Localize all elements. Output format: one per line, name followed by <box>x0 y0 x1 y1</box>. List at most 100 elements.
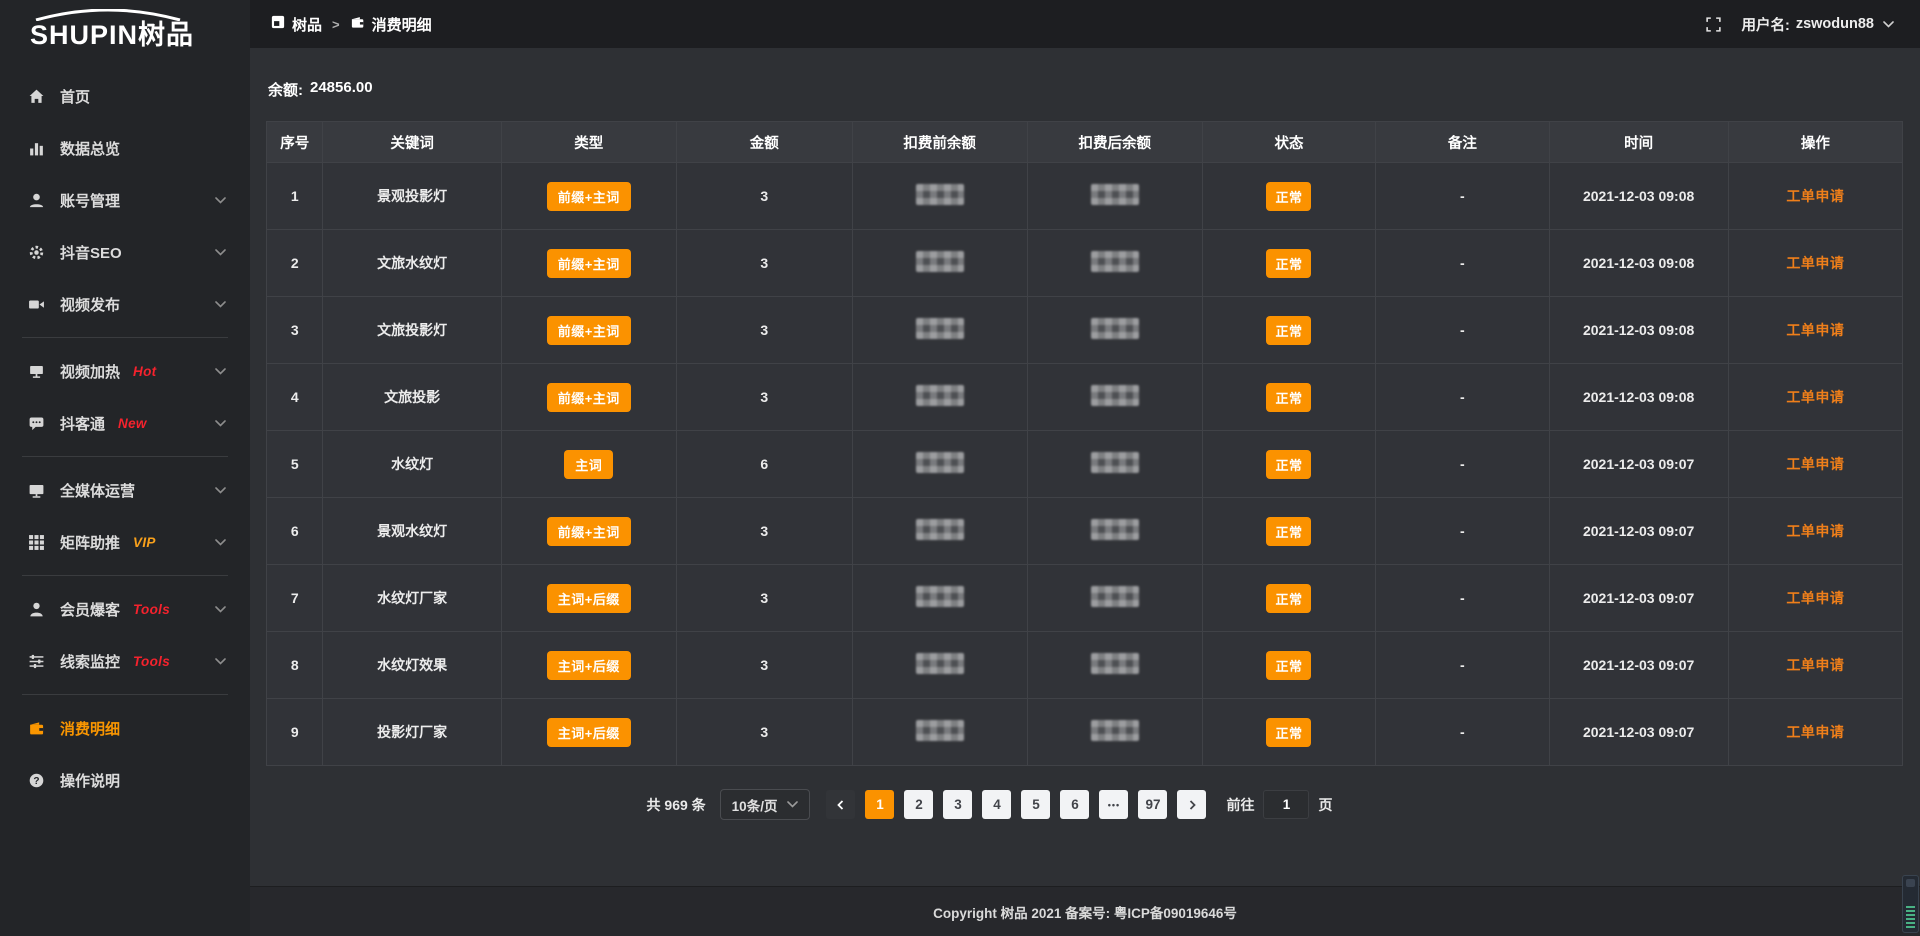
cell-after-balance <box>1027 230 1202 297</box>
sidebar-item-抖客通[interactable]: 抖客通New <box>0 397 250 449</box>
sidebar-item-会员爆客[interactable]: 会员爆客 Tools <box>0 583 250 635</box>
type-badge: 主词+后缀 <box>547 718 631 747</box>
type-badge: 前缀+主词 <box>547 182 631 211</box>
status-badge: 正常 <box>1266 517 1311 546</box>
svg-text:?: ? <box>33 775 39 786</box>
fullscreen-icon[interactable] <box>1705 16 1722 33</box>
cell-remark: - <box>1376 565 1549 632</box>
work-order-link[interactable]: 工单申请 <box>1786 322 1844 338</box>
prev-page-button[interactable] <box>826 790 855 819</box>
breadcrumb-current-label: 消费明细 <box>372 14 432 35</box>
logo-text-en: SHUPIN <box>30 20 138 50</box>
page-ellipsis-button[interactable]: ••• <box>1099 790 1128 819</box>
cell-before-balance <box>852 565 1027 632</box>
user-menu[interactable]: 用户名: zswodun88 <box>1742 14 1895 35</box>
page-button-6[interactable]: 6 <box>1060 790 1089 819</box>
cell-after-balance <box>1027 364 1202 431</box>
sidebar-item-账号管理[interactable]: 账号管理 <box>0 174 250 226</box>
page-button-3[interactable]: 3 <box>943 790 972 819</box>
masked-balance-after <box>1091 653 1139 674</box>
page-button-5[interactable]: 5 <box>1021 790 1050 819</box>
cell-time: 2021-12-03 09:07 <box>1549 632 1728 699</box>
page-button-97[interactable]: 97 <box>1138 790 1167 819</box>
breadcrumb: 树品 > 消费明细 <box>271 14 432 35</box>
cell-index: 1 <box>267 163 323 230</box>
cell-keyword: 水纹灯 <box>323 431 501 498</box>
page-button-2[interactable]: 2 <box>904 790 933 819</box>
page-button-4[interactable]: 4 <box>982 790 1011 819</box>
sidebar-item-消费明细[interactable]: 消费明细 <box>0 702 250 754</box>
cell-type: 主词+后缀 <box>501 565 676 632</box>
masked-balance-before <box>916 653 964 674</box>
cell-amount: 3 <box>676 699 852 766</box>
masked-balance-after <box>1091 251 1139 272</box>
cell-keyword: 文旅水纹灯 <box>323 230 501 297</box>
work-order-link[interactable]: 工单申请 <box>1786 255 1844 271</box>
breadcrumb-item-home[interactable]: 树品 <box>271 14 322 35</box>
table-row: 1景观投影灯前缀+主词3正常-2021-12-03 09:08工单申请 <box>267 163 1903 230</box>
type-badge: 前缀+主词 <box>547 383 631 412</box>
chat-icon <box>27 414 45 432</box>
monitor-icon <box>27 481 45 499</box>
status-badge: 正常 <box>1266 718 1311 747</box>
cell-time: 2021-12-03 09:07 <box>1549 699 1728 766</box>
topbar-right: 用户名: zswodun88 <box>1705 14 1895 35</box>
work-order-link[interactable]: 工单申请 <box>1786 724 1844 740</box>
table-row: 2文旅水纹灯前缀+主词3正常-2021-12-03 09:08工单申请 <box>267 230 1903 297</box>
cell-amount: 3 <box>676 565 852 632</box>
chevron-down-icon <box>215 249 226 256</box>
goto-page-unit: 页 <box>1318 795 1332 815</box>
cell-amount: 3 <box>676 230 852 297</box>
sidebar-item-tag: Tools <box>133 602 170 617</box>
main-area: 树品 > 消费明细 用户名: zswodun88 余额: 24 <box>250 0 1920 936</box>
cell-remark: - <box>1376 632 1549 699</box>
sidebar-item-矩阵助推[interactable]: 矩阵助推VIP <box>0 516 250 568</box>
cell-before-balance <box>852 632 1027 699</box>
work-order-link[interactable]: 工单申请 <box>1786 456 1844 472</box>
next-page-button[interactable] <box>1177 790 1206 819</box>
status-badge: 正常 <box>1266 584 1311 613</box>
sidebar-item-全媒体运营[interactable]: 全媒体运营 <box>0 464 250 516</box>
work-order-link[interactable]: 工单申请 <box>1786 389 1844 405</box>
cell-keyword: 水纹灯厂家 <box>323 565 501 632</box>
table-row: 6景观水纹灯前缀+主词3正常-2021-12-03 09:07工单申请 <box>267 498 1903 565</box>
sidebar-item-视频发布[interactable]: 视频发布 <box>0 278 250 330</box>
corner-widget <box>1902 875 1919 933</box>
cell-action: 工单申请 <box>1728 163 1902 230</box>
work-order-link[interactable]: 工单申请 <box>1786 188 1844 204</box>
chevron-down-icon <box>215 606 226 613</box>
page-size-select[interactable]: 10条/页 <box>720 789 811 820</box>
masked-balance-before <box>916 184 964 205</box>
table-row: 3文旅投影灯前缀+主词3正常-2021-12-03 09:08工单申请 <box>267 297 1903 364</box>
sidebar-item-tag: Tools <box>133 654 170 669</box>
sidebar-item-线索监控[interactable]: 线索监控Tools <box>0 635 250 687</box>
page-button-1[interactable]: 1 <box>865 790 894 819</box>
sidebar-item-首页[interactable]: 首页 <box>0 70 250 122</box>
sidebar-item-tag: VIP <box>133 535 156 550</box>
sidebar-item-数据总览[interactable]: 数据总览 <box>0 122 250 174</box>
work-order-link[interactable]: 工单申请 <box>1786 590 1844 606</box>
masked-balance-after <box>1091 586 1139 607</box>
cell-after-balance <box>1027 565 1202 632</box>
sidebar-item-抖音SEO[interactable]: 抖音SEO <box>0 226 250 278</box>
member-icon <box>27 600 45 618</box>
goto-label: 前往 <box>1226 795 1254 815</box>
table-row: 5水纹灯主词6正常-2021-12-03 09:07工单申请 <box>267 431 1903 498</box>
sidebar-item-视频加热[interactable]: 视频加热Hot <box>0 345 250 397</box>
cell-index: 9 <box>267 699 323 766</box>
goto-page-input[interactable] <box>1263 790 1309 819</box>
work-order-link[interactable]: 工单申请 <box>1786 657 1844 673</box>
breadcrumb-home-label: 树品 <box>292 14 322 35</box>
balance-value: 24856.00 <box>310 79 373 100</box>
sidebar-item-label: 会员爆客 <box>60 599 120 620</box>
cell-time: 2021-12-03 09:08 <box>1549 163 1728 230</box>
cell-index: 2 <box>267 230 323 297</box>
work-order-link[interactable]: 工单申请 <box>1786 523 1844 539</box>
cell-before-balance <box>852 364 1027 431</box>
cell-keyword: 水纹灯效果 <box>323 632 501 699</box>
cell-index: 4 <box>267 364 323 431</box>
cell-after-balance <box>1027 431 1202 498</box>
cell-before-balance <box>852 163 1027 230</box>
video-icon <box>27 295 45 313</box>
chevron-down-icon <box>1883 21 1894 28</box>
